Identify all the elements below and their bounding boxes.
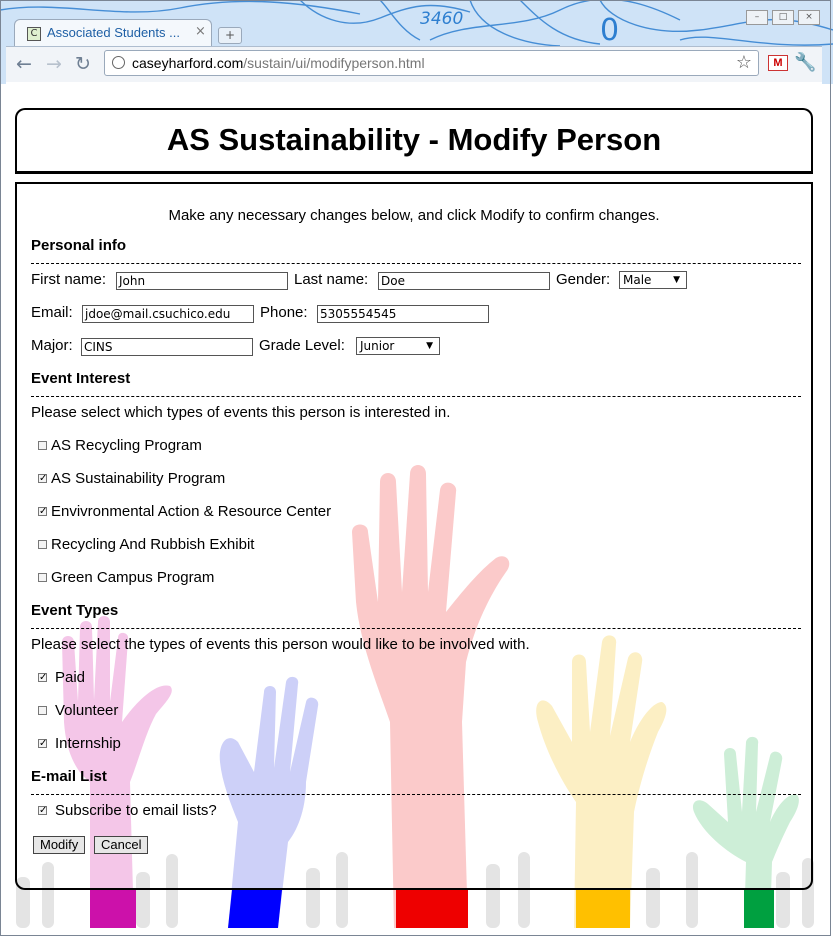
browser-toolbar: ← → ↻ caseyharford.com/sustain/ui/modify… xyxy=(6,46,822,83)
svg-text:3460: 3460 xyxy=(420,9,463,29)
modify-person-form: Make any necessary changes below, and cl… xyxy=(15,182,813,890)
interest-checkbox-rare[interactable] xyxy=(38,540,47,549)
grade-level-select-value: Junior xyxy=(360,339,395,353)
address-bar[interactable]: caseyharford.com/sustain/ui/modifyperson… xyxy=(104,50,759,76)
wrench-menu-icon[interactable]: 🔧 xyxy=(794,52,816,73)
page-title: AS Sustainability - Modify Person xyxy=(166,122,662,157)
dropdown-arrow-icon: ▼ xyxy=(673,275,680,285)
interest-checkbox-earc[interactable]: ✓ xyxy=(38,507,47,517)
url-path: /sustain/ui/modifyperson.html xyxy=(243,55,425,71)
type-checkbox-volunteer[interactable] xyxy=(38,706,47,715)
modify-button[interactable]: Modify xyxy=(33,836,86,854)
globe-icon xyxy=(112,56,125,69)
last-name-field[interactable]: Doe xyxy=(378,272,550,290)
svg-text:0: 0 xyxy=(600,13,619,48)
url-text: caseyharford.com/sustain/ui/modifyperson… xyxy=(132,55,425,71)
interest-label-rare: Recycling And Rubbish Exhibit xyxy=(51,536,255,553)
subscribe-label: Subscribe to email lists? xyxy=(55,802,217,819)
event-interest-prompt: Please select which types of events this… xyxy=(31,404,451,421)
forward-arrow-icon[interactable]: → xyxy=(46,53,62,75)
page-favicon-icon: C xyxy=(27,27,41,41)
grade-level-label: Grade Level: xyxy=(259,337,345,354)
major-label: Major: xyxy=(31,337,73,354)
type-checkbox-internship[interactable]: ✓ xyxy=(38,739,47,749)
personal-info-divider xyxy=(31,263,801,264)
email-list-divider xyxy=(31,794,801,795)
grade-level-select[interactable]: Junior ▼ xyxy=(356,337,440,355)
phone-label: Phone: xyxy=(260,304,308,321)
intro-text: Make any necessary changes below, and cl… xyxy=(168,207,660,224)
interest-label-recycling: AS Recycling Program xyxy=(51,437,202,454)
page-content: AS Sustainability - Modify Person Make a… xyxy=(6,82,822,928)
first-name-field[interactable]: John xyxy=(116,272,288,290)
page-header: AS Sustainability - Modify Person xyxy=(15,108,813,174)
type-label-internship: Internship xyxy=(55,735,121,752)
phone-field[interactable]: 5305554545 xyxy=(317,305,489,323)
gender-select-value: Male xyxy=(623,273,652,287)
dropdown-arrow-icon: ▼ xyxy=(426,341,433,351)
type-label-volunteer: Volunteer xyxy=(55,702,119,719)
event-types-prompt: Please select the types of events this p… xyxy=(31,636,530,653)
event-interest-divider xyxy=(31,396,801,397)
interest-label-sustainability: AS Sustainability Program xyxy=(51,470,226,487)
minimize-window-icon[interactable]: – xyxy=(746,10,768,25)
interest-checkbox-green-campus[interactable] xyxy=(38,573,47,582)
browser-tab[interactable]: C Associated Students ... × xyxy=(14,19,212,47)
interest-checkbox-recycling[interactable] xyxy=(38,441,47,450)
subscribe-checkbox[interactable]: ✓ xyxy=(38,806,47,816)
back-arrow-icon[interactable]: ← xyxy=(16,53,32,75)
cancel-button[interactable]: Cancel xyxy=(94,836,149,854)
interest-checkbox-sustainability[interactable]: ✓ xyxy=(38,474,47,484)
interest-label-green-campus: Green Campus Program xyxy=(51,569,215,586)
first-name-label: First name: xyxy=(31,271,107,288)
type-label-paid: Paid xyxy=(55,669,86,686)
event-types-divider xyxy=(31,628,801,629)
gender-label: Gender: xyxy=(556,271,611,288)
gender-select[interactable]: Male ▼ xyxy=(619,271,687,289)
email-list-heading: E-mail List xyxy=(31,768,107,785)
major-field[interactable]: CINS xyxy=(81,338,253,356)
close-tab-icon[interactable]: × xyxy=(195,24,206,39)
email-label: Email: xyxy=(31,304,73,321)
event-types-heading: Event Types xyxy=(31,602,119,619)
new-tab-button[interactable]: + xyxy=(218,27,242,44)
close-window-icon[interactable]: × xyxy=(798,10,820,25)
personal-info-heading: Personal info xyxy=(31,237,127,254)
maximize-window-icon[interactable]: □ xyxy=(772,10,794,25)
url-host: caseyharford.com xyxy=(132,55,244,71)
last-name-label: Last name: xyxy=(294,271,369,288)
tab-title: Associated Students ... xyxy=(47,25,180,40)
reload-icon[interactable]: ↻ xyxy=(75,53,91,75)
event-interest-heading: Event Interest xyxy=(31,370,131,387)
bookmark-star-icon[interactable]: ☆ xyxy=(736,52,752,73)
interest-label-earc: Envivronmental Action & Resource Center xyxy=(51,503,332,520)
type-checkbox-paid[interactable]: ✓ xyxy=(38,673,47,683)
gmail-extension-icon[interactable]: M xyxy=(768,55,788,71)
email-field[interactable]: jdoe@mail.csuchico.edu xyxy=(82,305,254,323)
